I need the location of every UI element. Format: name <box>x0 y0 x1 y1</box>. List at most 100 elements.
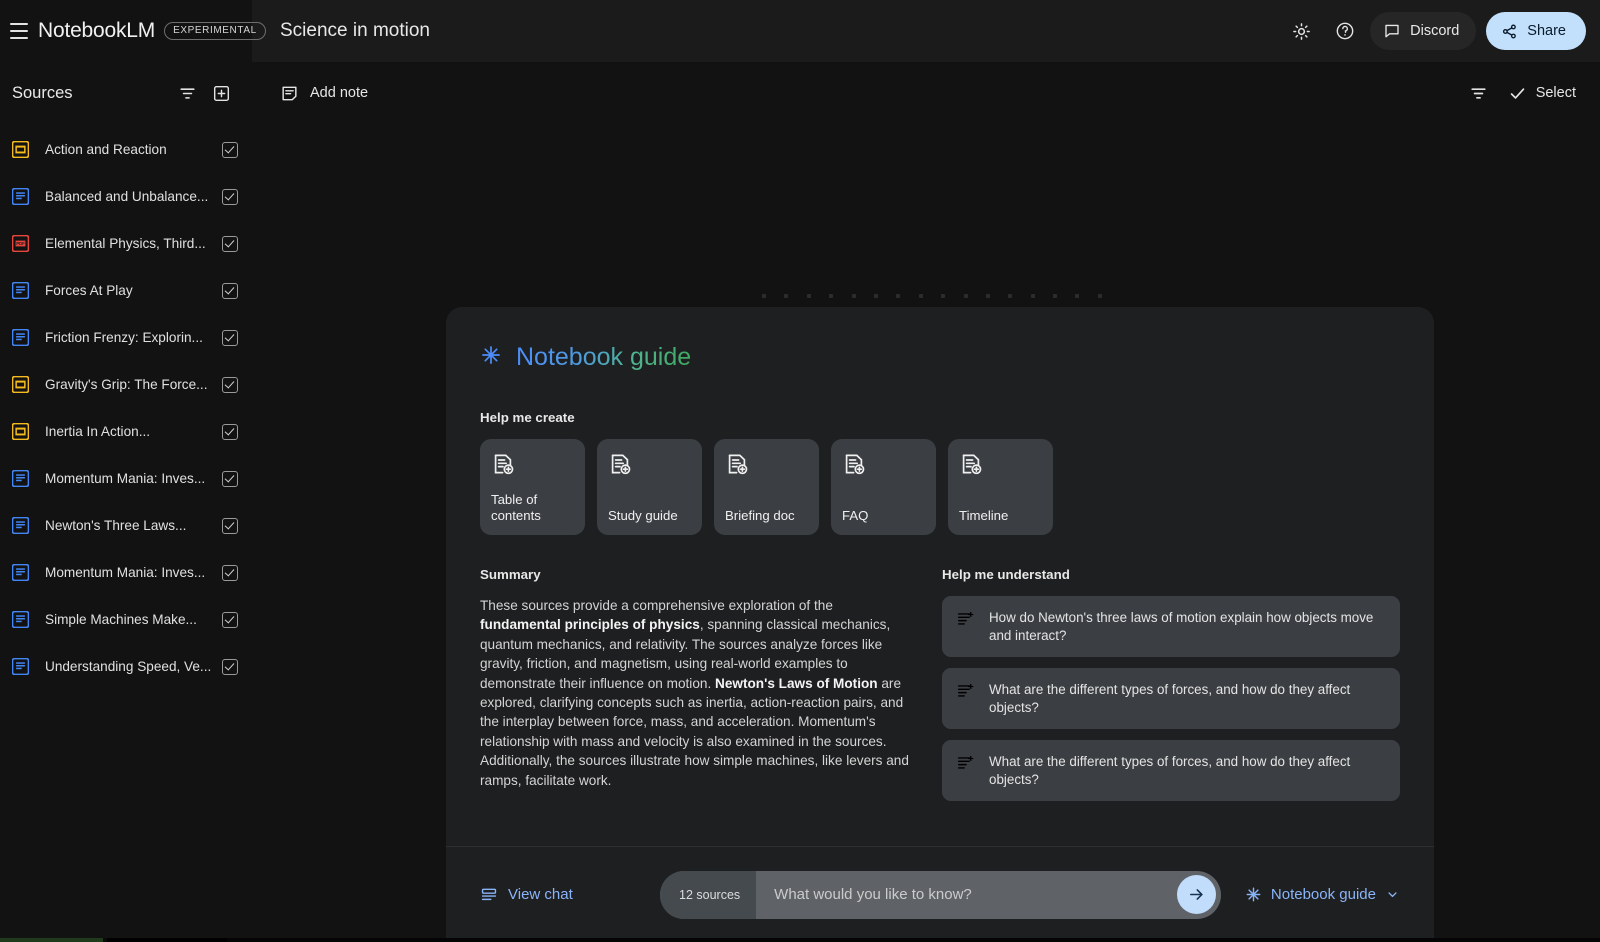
app-brand: NotebookLM <box>38 19 155 43</box>
notebook-guide-toggle[interactable]: Notebook guide <box>1245 886 1400 903</box>
source-name: Gravity's Grip: The Force... <box>45 377 222 392</box>
notebook-guide-body: Notebook guide Help me create Table of c… <box>446 307 1434 846</box>
doc-add-icon <box>725 452 749 476</box>
doc-add-icon <box>608 452 632 476</box>
notebooklm-app: NotebookLM EXPERIMENTAL Science in motio… <box>0 0 1600 942</box>
hidden-content-indicator <box>762 290 1102 302</box>
create-card-label: Briefing doc <box>725 508 808 524</box>
source-row[interactable]: Forces At Play <box>0 267 252 314</box>
source-name: Forces At Play <box>45 283 222 298</box>
help-icon[interactable] <box>1326 12 1364 50</box>
chat-icon <box>480 886 498 904</box>
filter-icon[interactable] <box>170 76 204 110</box>
add-note-button[interactable]: Add note <box>270 74 382 112</box>
sources-count-chip[interactable]: 12 sources <box>660 871 756 919</box>
menu-icon[interactable] <box>10 11 28 51</box>
source-checkbox[interactable] <box>222 424 238 440</box>
create-card[interactable]: Briefing doc <box>714 439 819 535</box>
notebook-guide-header: Notebook guide <box>480 343 1400 372</box>
source-name: Balanced and Unbalance... <box>45 189 222 204</box>
source-checkbox[interactable] <box>222 659 238 675</box>
brightness-icon[interactable] <box>1282 12 1320 50</box>
source-checkbox[interactable] <box>222 236 238 252</box>
main-toolbar: Add note Select <box>252 62 1600 124</box>
question-doc-icon <box>956 754 975 778</box>
source-name: Momentum Mania: Inves... <box>45 565 222 580</box>
notes-filter-icon[interactable] <box>1462 76 1496 110</box>
svg-text:PDF: PDF <box>16 241 25 246</box>
source-checkbox[interactable] <box>222 283 238 299</box>
share-icon <box>1501 23 1518 40</box>
share-button[interactable]: Share <box>1486 12 1586 50</box>
view-chat-button[interactable]: View chat <box>480 886 660 904</box>
create-card[interactable]: Timeline <box>948 439 1053 535</box>
view-chat-label: View chat <box>508 886 573 903</box>
send-button[interactable] <box>1177 875 1216 914</box>
add-source-icon[interactable] <box>204 76 238 110</box>
source-type-icon <box>12 564 29 581</box>
source-type-icon: PDF <box>12 235 29 252</box>
source-checkbox[interactable] <box>222 330 238 346</box>
source-row[interactable]: Momentum Mania: Inves... <box>0 549 252 596</box>
suggested-question[interactable]: What are the different types of forces, … <box>942 668 1400 729</box>
source-row[interactable]: PDF Elemental Physics, Third... <box>0 220 252 267</box>
doc-add-icon <box>725 452 808 481</box>
suggested-questions: How do Newton's three laws of motion exp… <box>942 596 1400 801</box>
suggested-question[interactable]: What are the different types of forces, … <box>942 740 1400 801</box>
source-name: Elemental Physics, Third... <box>45 236 222 251</box>
source-row[interactable]: Newton's Three Laws... <box>0 502 252 549</box>
discord-label: Discord <box>1410 23 1459 39</box>
create-card[interactable]: FAQ <box>831 439 936 535</box>
source-row[interactable]: Understanding Speed, Ve... <box>0 643 252 690</box>
sources-title: Sources <box>12 84 170 103</box>
create-card[interactable]: Study guide <box>597 439 702 535</box>
source-type-icon <box>12 329 29 346</box>
sources-sidebar: Sources Action and Reaction Balanced and … <box>0 62 252 942</box>
chevron-down-icon <box>1385 887 1400 902</box>
arrow-right-icon <box>1187 885 1206 904</box>
doc-file-icon <box>12 470 29 487</box>
source-checkbox[interactable] <box>222 518 238 534</box>
source-name: Inertia In Action... <box>45 424 222 439</box>
composer-bar: View chat 12 sources Notebook gui <box>446 846 1434 942</box>
doc-file-icon <box>12 282 29 299</box>
source-type-icon <box>12 517 29 534</box>
suggested-question[interactable]: How do Newton's three laws of motion exp… <box>942 596 1400 657</box>
source-row[interactable]: Momentum Mania: Inves... <box>0 455 252 502</box>
doc-add-icon <box>959 452 983 476</box>
create-card-label: FAQ <box>842 508 925 524</box>
doc-file-icon <box>12 658 29 675</box>
chat-input[interactable] <box>756 886 1221 903</box>
source-checkbox[interactable] <box>222 377 238 393</box>
discord-button[interactable]: Discord <box>1370 12 1476 50</box>
source-row[interactable]: Inertia In Action... <box>0 408 252 455</box>
source-row[interactable]: Friction Frenzy: Explorin... <box>0 314 252 361</box>
source-type-icon <box>12 470 29 487</box>
pdf-file-icon: PDF <box>12 235 29 252</box>
source-checkbox[interactable] <box>222 189 238 205</box>
source-checkbox[interactable] <box>222 612 238 628</box>
source-row[interactable]: Gravity's Grip: The Force... <box>0 361 252 408</box>
source-type-icon <box>12 658 29 675</box>
source-checkbox[interactable] <box>222 142 238 158</box>
source-checkbox[interactable] <box>222 565 238 581</box>
source-row[interactable]: Simple Machines Make... <box>0 596 252 643</box>
source-type-icon <box>12 423 29 440</box>
create-card-label: Timeline <box>959 508 1042 524</box>
help-me-create-label: Help me create <box>480 410 1400 425</box>
sources-list: Action and Reaction Balanced and Unbalanc… <box>0 124 252 690</box>
doc-add-icon <box>842 452 866 476</box>
slides-file-icon <box>12 141 29 158</box>
slides-file-icon <box>12 423 29 440</box>
source-row[interactable]: Balanced and Unbalance... <box>0 173 252 220</box>
select-button[interactable]: Select <box>1496 74 1588 112</box>
sparkle-icon <box>1245 886 1262 903</box>
help-me-understand-label: Help me understand <box>942 567 1400 582</box>
create-card[interactable]: Table of contents <box>480 439 585 535</box>
source-type-icon <box>12 376 29 393</box>
source-name: Friction Frenzy: Explorin... <box>45 330 222 345</box>
source-checkbox[interactable] <box>222 471 238 487</box>
slides-file-icon <box>12 376 29 393</box>
source-row[interactable]: Action and Reaction <box>0 126 252 173</box>
question-doc-icon <box>956 682 975 701</box>
